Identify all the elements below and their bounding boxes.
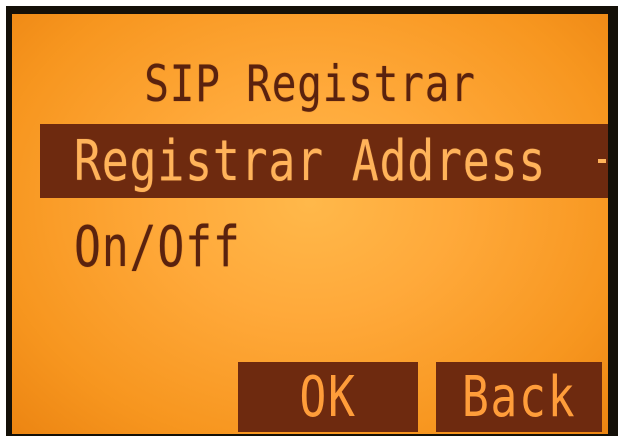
scroll-indicator <box>598 159 606 163</box>
back-softkey-label: Back <box>461 365 577 430</box>
lcd-screen: SIP Registrar Registrar Address On/Off O… <box>12 14 608 434</box>
back-softkey[interactable]: Back <box>436 362 602 432</box>
ok-softkey-label: OK <box>299 365 357 430</box>
screen-title: SIP Registrar <box>144 55 476 113</box>
menu-item-on-off[interactable]: On/Off <box>40 210 608 284</box>
menu-item-label: On/Off <box>74 215 241 280</box>
menu-item-label: Registrar Address <box>74 129 547 194</box>
ok-softkey[interactable]: OK <box>238 362 418 432</box>
phone-device: SIP Registrar Registrar Address On/Off O… <box>0 0 625 440</box>
menu-item-registrar-address[interactable]: Registrar Address <box>40 124 608 198</box>
